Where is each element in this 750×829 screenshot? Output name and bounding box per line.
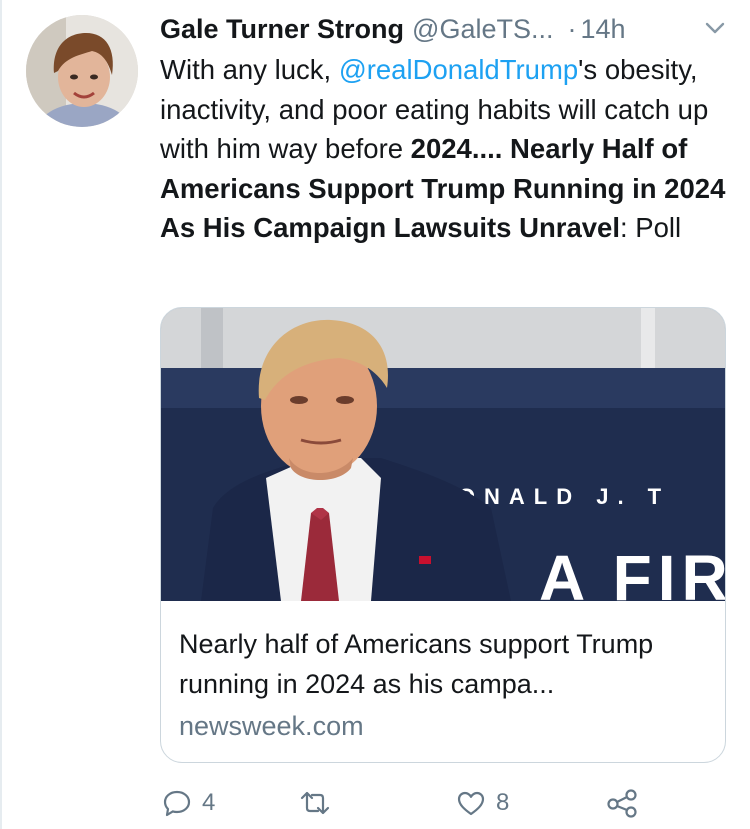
mention-link[interactable]: @realDonaldTrump (339, 54, 578, 85)
timestamp[interactable]: 14h (580, 14, 625, 45)
share-button[interactable] (606, 783, 638, 823)
chevron-down-icon[interactable] (704, 20, 726, 36)
display-name[interactable]: Gale Turner Strong (160, 14, 404, 45)
tweet-text-part: : Poll (620, 212, 682, 243)
share-icon (607, 789, 637, 818)
tweet-text-part: With any luck, (160, 54, 339, 85)
tweet-header: Gale Turner Strong @GaleTS... · 14h (160, 8, 726, 50)
separator: · (567, 13, 577, 44)
retweet-icon (300, 791, 330, 815)
tweet-text: With any luck, @realDonaldTrump's obesit… (160, 50, 726, 248)
link-card[interactable]: DONALD J. T A FIR Nearly half of America… (160, 307, 726, 763)
card-domain: newsweek.com (179, 711, 364, 741)
tweet[interactable]: Gale Turner Strong @GaleTS... · 14h With… (0, 0, 750, 829)
like-count: 8 (496, 789, 510, 816)
handle[interactable]: @GaleTS... (412, 14, 553, 45)
reply-count: 4 (202, 789, 216, 816)
divider (0, 0, 2, 829)
avatar[interactable] (26, 15, 138, 127)
like-button[interactable]: 8 (456, 783, 509, 823)
avatar-image (26, 15, 138, 127)
backdrop-text-2: A FIR (539, 542, 725, 601)
heart-icon (457, 791, 485, 816)
tweet-actions: 4 8 (160, 783, 660, 823)
retweet-button[interactable] (298, 783, 342, 823)
card-image: DONALD J. T A FIR (161, 308, 725, 601)
card-title: Nearly half of Americans support Trump r… (179, 629, 654, 699)
reply-button[interactable]: 4 (162, 783, 215, 823)
reply-icon (163, 790, 191, 817)
